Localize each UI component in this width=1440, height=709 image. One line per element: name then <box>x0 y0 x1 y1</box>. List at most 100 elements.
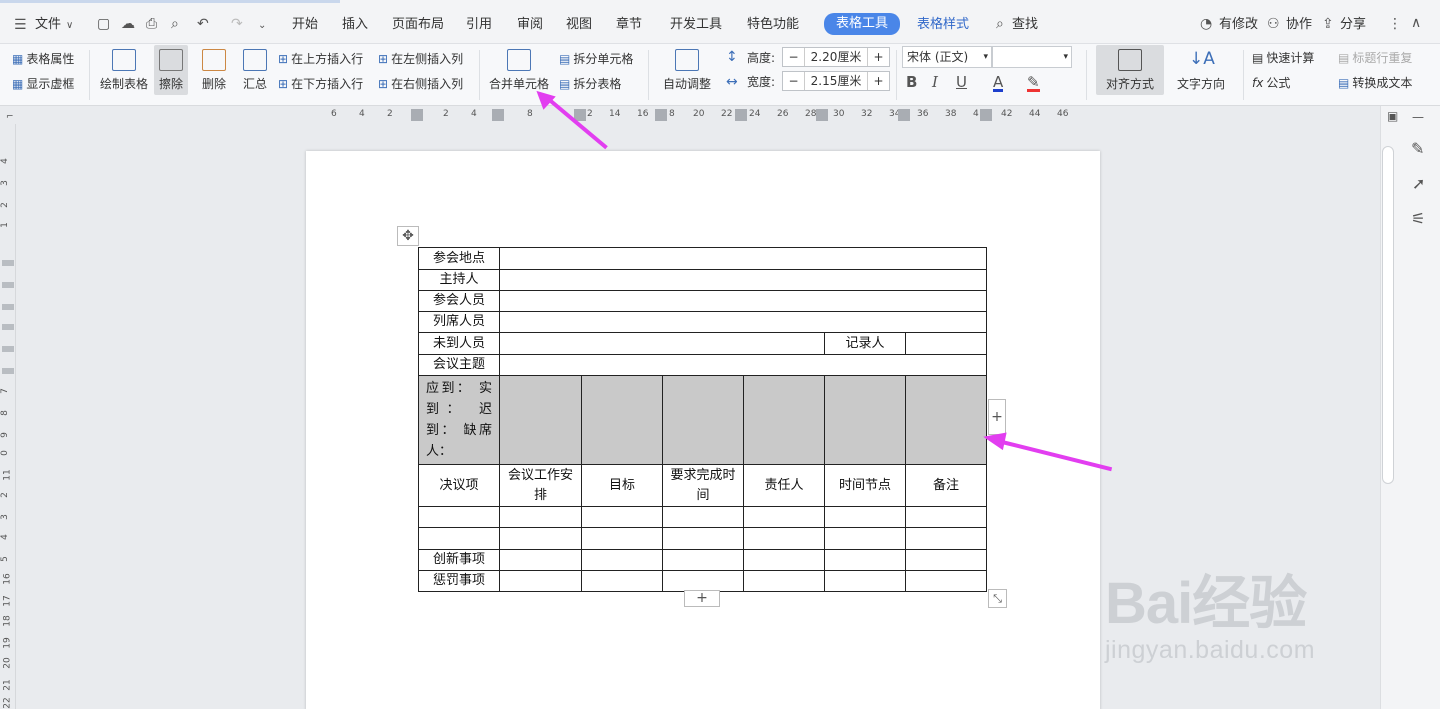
split-cells-button[interactable]: ▤ 拆分单元格 <box>559 52 633 66</box>
changes-icon[interactable]: ◔ <box>1200 17 1212 31</box>
font-color-icon[interactable]: A <box>993 75 1004 92</box>
cloud-icon[interactable]: ☁ <box>121 17 135 31</box>
split-table-button[interactable]: ▤ 拆分表格 <box>559 77 621 91</box>
tab-references[interactable]: 引用 <box>466 16 492 34</box>
tab-section[interactable]: 章节 <box>616 16 642 34</box>
row-marker[interactable] <box>2 346 14 352</box>
table-cell[interactable] <box>743 375 825 465</box>
tab-review[interactable]: 审阅 <box>517 16 543 34</box>
repeat-header-button[interactable]: ▤ 标题行重复 <box>1338 51 1412 65</box>
table-cell[interactable] <box>499 311 987 333</box>
table-cell[interactable] <box>905 332 987 355</box>
table-cell[interactable]: 责任人 <box>743 464 825 507</box>
table-cell[interactable] <box>905 570 987 592</box>
horizontal-ruler[interactable]: ⌐ 6 4 2 2 4 8 2 14 16 8 20 22 24 26 28 3… <box>0 106 1440 124</box>
table-cell[interactable] <box>662 549 744 571</box>
table-cell[interactable] <box>743 549 825 571</box>
tab-view[interactable]: 视图 <box>566 16 592 34</box>
row-marker[interactable] <box>2 282 14 288</box>
table-cell[interactable] <box>662 375 744 465</box>
settings-icon[interactable]: ⚟ <box>1411 211 1425 227</box>
table-cell[interactable] <box>824 527 906 550</box>
bold-icon[interactable]: B <box>906 75 917 90</box>
table-cell[interactable]: 惩罚事项 <box>418 570 500 592</box>
table-cell[interactable]: 列席人员 <box>418 311 500 333</box>
collapse-ribbon-icon[interactable]: ∧ <box>1411 16 1421 30</box>
table-cell[interactable]: 要求完成时间 <box>662 464 744 507</box>
insert-left-button[interactable]: ⊞ 在左侧插入列 <box>378 52 463 66</box>
table-cell[interactable] <box>499 269 987 291</box>
table-cell[interactable] <box>662 506 744 528</box>
convert-text-button[interactable]: ▤ 转换成文本 <box>1338 76 1412 90</box>
minus-icon[interactable]: − <box>783 48 805 66</box>
chevron-down-icon[interactable]: ∨ <box>66 19 73 33</box>
edit-icon[interactable]: ✎ <box>1411 141 1424 157</box>
table-cell[interactable] <box>905 549 987 571</box>
print-icon[interactable]: ⎙ <box>146 17 157 31</box>
table-cell[interactable]: 参会人员 <box>418 290 500 312</box>
insert-above-button[interactable]: ⊞ 在上方插入行 <box>278 52 363 66</box>
add-row-button[interactable]: + <box>684 590 720 607</box>
table-cell[interactable]: 参会地点 <box>418 247 500 270</box>
highlight-icon[interactable]: ✎ <box>1027 75 1040 92</box>
table-cell[interactable] <box>499 375 582 465</box>
height-input[interactable]: 2.20厘米 <box>805 48 867 66</box>
vertical-scrollbar[interactable] <box>1382 146 1394 484</box>
save-icon[interactable]: ▢ <box>97 17 110 31</box>
font-size-select[interactable]: ▾ <box>992 46 1072 68</box>
table-cell[interactable] <box>499 549 582 571</box>
underline-icon[interactable]: U <box>956 75 967 90</box>
tab-layout[interactable]: 页面布局 <box>392 16 444 34</box>
row-marker[interactable] <box>2 368 14 374</box>
erase-button[interactable]: 擦除 <box>154 45 188 95</box>
table-cell[interactable]: 会议主题 <box>418 354 500 376</box>
width-stepper[interactable]: −2.15厘米 + <box>782 71 890 91</box>
height-stepper[interactable]: −2.20厘米 + <box>782 47 890 67</box>
table-cell[interactable] <box>743 506 825 528</box>
more-icon[interactable]: ⋮ <box>1388 17 1402 31</box>
insert-below-button[interactable]: ⊞ 在下方插入行 <box>278 77 363 91</box>
table-cell[interactable]: 记录人 <box>824 332 906 355</box>
delete-button[interactable]: 删除 <box>196 49 232 92</box>
vertical-ruler[interactable]: 4 3 2 1 7 8 9 0 11 2 3 4 5 16 17 18 19 2… <box>0 124 16 709</box>
row-marker[interactable] <box>2 324 14 330</box>
show-grid-button[interactable]: ▦ 显示虚框 <box>12 77 74 91</box>
table-cell[interactable] <box>418 527 500 550</box>
table-cell[interactable]: 时间节点 <box>824 464 906 507</box>
tab-table-style[interactable]: 表格样式 <box>917 16 969 34</box>
meeting-table[interactable]: 参会地点 主持人 参会人员 列席人员 未到人员 记录人 会议主题 应到： 实到： … <box>418 247 987 592</box>
collab-icon[interactable]: ⚇ <box>1267 17 1280 31</box>
table-cell[interactable]: 主持人 <box>418 269 500 291</box>
table-cell[interactable] <box>581 527 663 550</box>
table-cell[interactable] <box>581 506 663 528</box>
share-icon[interactable]: ⇪ <box>1322 17 1334 31</box>
plus-icon[interactable]: + <box>867 72 889 90</box>
preview-icon[interactable]: ⌕ <box>171 17 179 31</box>
minus-icon[interactable]: − <box>783 72 805 90</box>
font-family-select[interactable]: 宋体 (正文) ▾ <box>902 46 992 68</box>
table-cell[interactable] <box>743 570 825 592</box>
quick-calc-button[interactable]: ▤ 快速计算 <box>1252 51 1314 65</box>
table-cell[interactable]: 应到： 实到： 迟到： 缺席人： <box>418 375 500 465</box>
share-button[interactable]: 分享 <box>1340 16 1366 34</box>
tab-table-tools[interactable]: 表格工具 <box>824 13 901 35</box>
search-button[interactable]: 查找 <box>1012 16 1038 34</box>
collab-button[interactable]: 协作 <box>1286 16 1312 34</box>
table-cell[interactable] <box>581 375 663 465</box>
table-cell[interactable] <box>662 527 744 550</box>
search-icon[interactable]: ⌕ <box>996 17 1004 31</box>
table-cell[interactable] <box>499 290 987 312</box>
column-marker[interactable] <box>655 109 667 121</box>
table-cell[interactable] <box>499 527 582 550</box>
tab-start[interactable]: 开始 <box>292 16 318 34</box>
table-cell[interactable] <box>418 506 500 528</box>
table-cell[interactable] <box>499 332 825 355</box>
formula-button[interactable]: fx 公式 <box>1252 76 1290 90</box>
column-marker[interactable] <box>816 109 828 121</box>
text-direction-button[interactable]: ↓A 文字方向 <box>1170 49 1232 92</box>
table-cell[interactable] <box>743 527 825 550</box>
table-cell[interactable] <box>499 354 987 376</box>
table-cell[interactable] <box>499 247 987 270</box>
table-cell[interactable] <box>499 570 582 592</box>
table-cell[interactable]: 决议项 <box>418 464 500 507</box>
